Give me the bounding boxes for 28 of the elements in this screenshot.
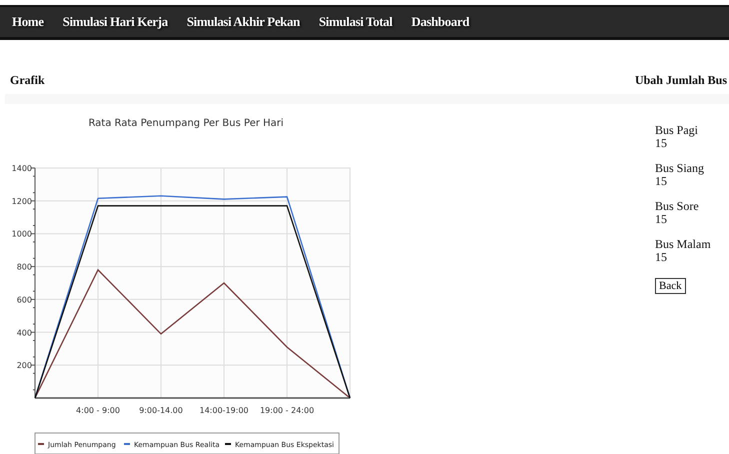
nav-link[interactable]: Simulasi Hari Kerja (62, 14, 168, 30)
y-tick-label: 400 (16, 328, 32, 338)
bus-count: 15 (655, 251, 668, 264)
bus-count: 15 (655, 175, 668, 188)
chart-title: Rata Rata Penumpang Per Bus Per Hari (88, 118, 284, 129)
bus-label: Bus Siang (655, 162, 706, 175)
bus-label: Bus Sore (655, 200, 700, 213)
section-heading: Ubah Jumlah Bus (634, 73, 727, 88)
nav-link[interactable]: Home (12, 14, 44, 30)
y-tick-label: 1200 (12, 196, 32, 206)
x-tick-label: 14:00-19:00 (200, 406, 248, 415)
y-tick-label: 600 (16, 295, 32, 304)
back-button[interactable]: Back (655, 278, 686, 294)
nav-link[interactable]: Simulasi Akhir Pekan (186, 14, 300, 30)
y-tick-label: 800 (16, 262, 32, 272)
bus-count: 15 (655, 137, 668, 150)
section-heading: Grafik (10, 73, 45, 88)
x-tick-label: 9:00-14.00 (139, 406, 183, 415)
y-tick-label: 1000 (12, 230, 32, 239)
bus-count: 15 (655, 213, 668, 226)
y-tick-label: 1400 (12, 164, 32, 173)
nav-link[interactable]: Dashboard (411, 14, 470, 30)
nav-link[interactable]: Simulasi Total (318, 14, 392, 30)
bus-label: Bus Malam (655, 238, 712, 251)
x-tick-label: 19:00 - 24:00 (260, 406, 314, 415)
x-tick-label: 4:00 - 9:00 (76, 406, 120, 415)
bus-label: Bus Pagi (655, 124, 700, 137)
y-tick-label: 200 (16, 361, 32, 370)
